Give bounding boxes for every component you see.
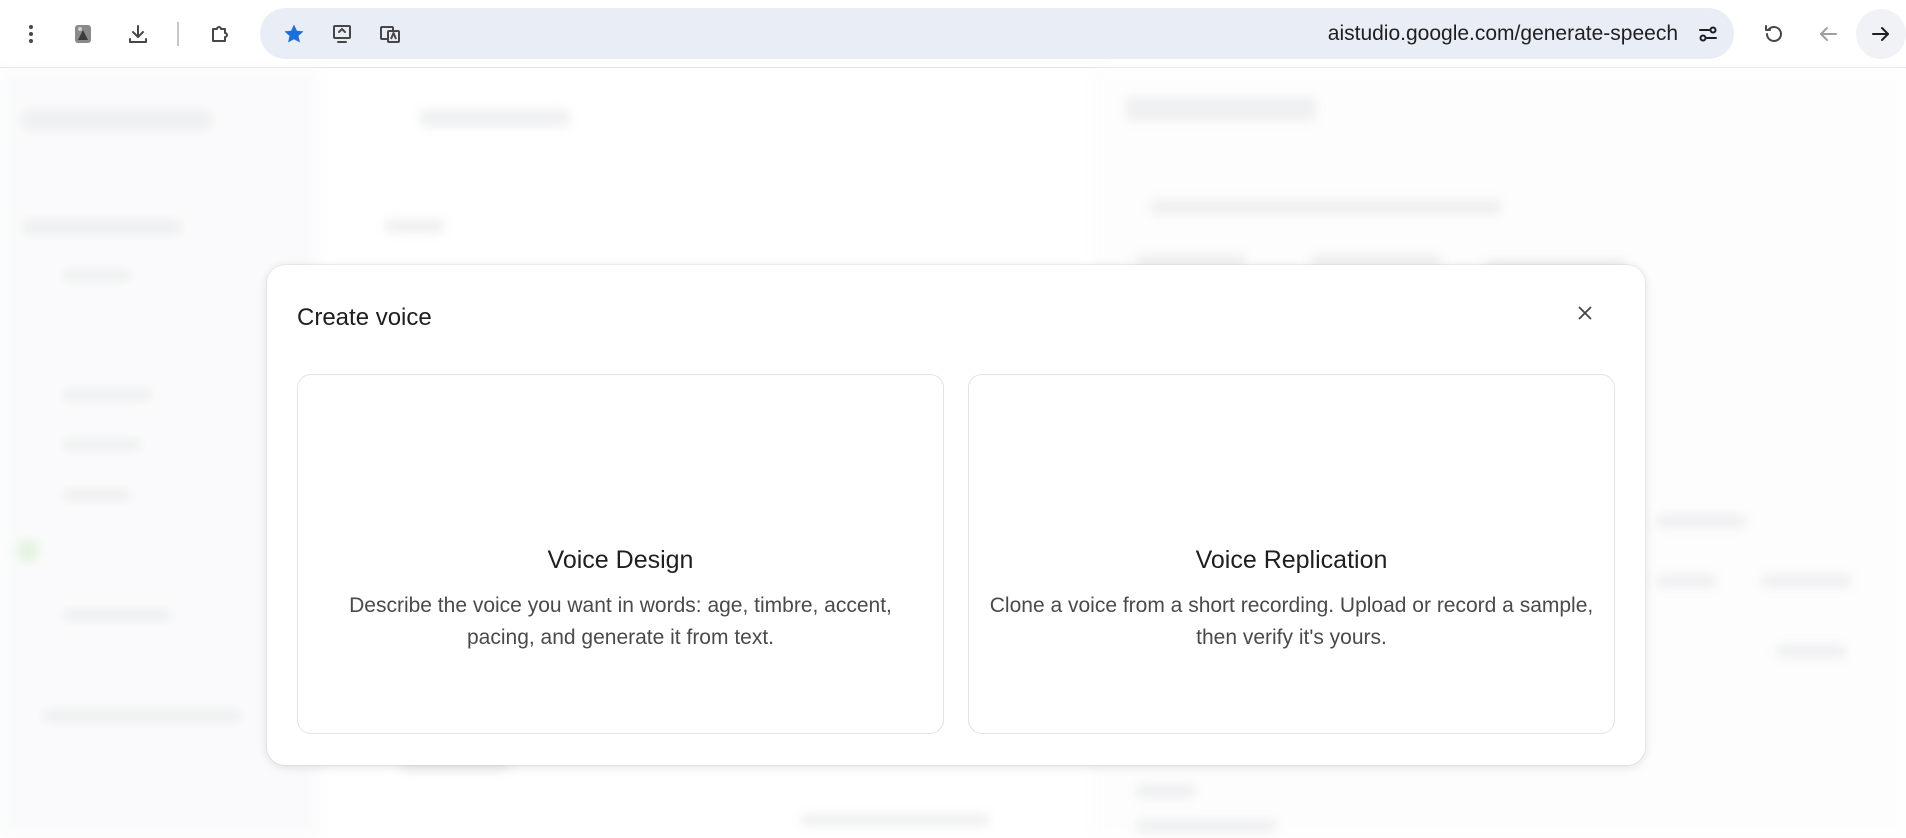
more-menu-icon[interactable] xyxy=(11,14,51,54)
site-settings-icon[interactable] xyxy=(1688,14,1728,54)
option-description: Clone a voice from a short recording. Up… xyxy=(989,594,1594,649)
cast-icon[interactable] xyxy=(322,14,362,54)
extensions-icon[interactable] xyxy=(200,14,240,54)
address-bar[interactable]: aistudio.google.com/generate-speech xyxy=(260,8,1734,59)
create-voice-dialog: Create voice Voice Design Describe the v… xyxy=(267,265,1645,765)
reload-icon[interactable] xyxy=(1754,14,1794,54)
voice-design-option[interactable]: Voice Design Describe the voice you want… xyxy=(297,374,944,734)
profile-avatar-icon[interactable] xyxy=(63,14,103,54)
dialog-title: Create voice xyxy=(297,304,432,331)
option-title: Voice Replication xyxy=(1195,546,1388,574)
url-text[interactable]: aistudio.google.com/generate-speech xyxy=(1328,8,1678,59)
translate-icon[interactable] xyxy=(370,14,410,54)
toolbar-separator xyxy=(177,22,179,46)
browser-toolbar: aistudio.google.com/generate-speech xyxy=(0,0,1906,68)
close-icon[interactable] xyxy=(1565,293,1605,333)
forward-arrow-icon[interactable] xyxy=(1861,14,1901,54)
voice-replication-option[interactable]: Voice Replication Clone a voice from a s… xyxy=(968,374,1615,734)
option-title: Voice Design xyxy=(547,546,694,574)
back-arrow-icon[interactable] xyxy=(1808,14,1848,54)
download-icon[interactable] xyxy=(118,14,158,54)
bookmark-star-icon[interactable] xyxy=(274,14,314,54)
option-description: Describe the voice you want in words: ag… xyxy=(349,594,892,649)
